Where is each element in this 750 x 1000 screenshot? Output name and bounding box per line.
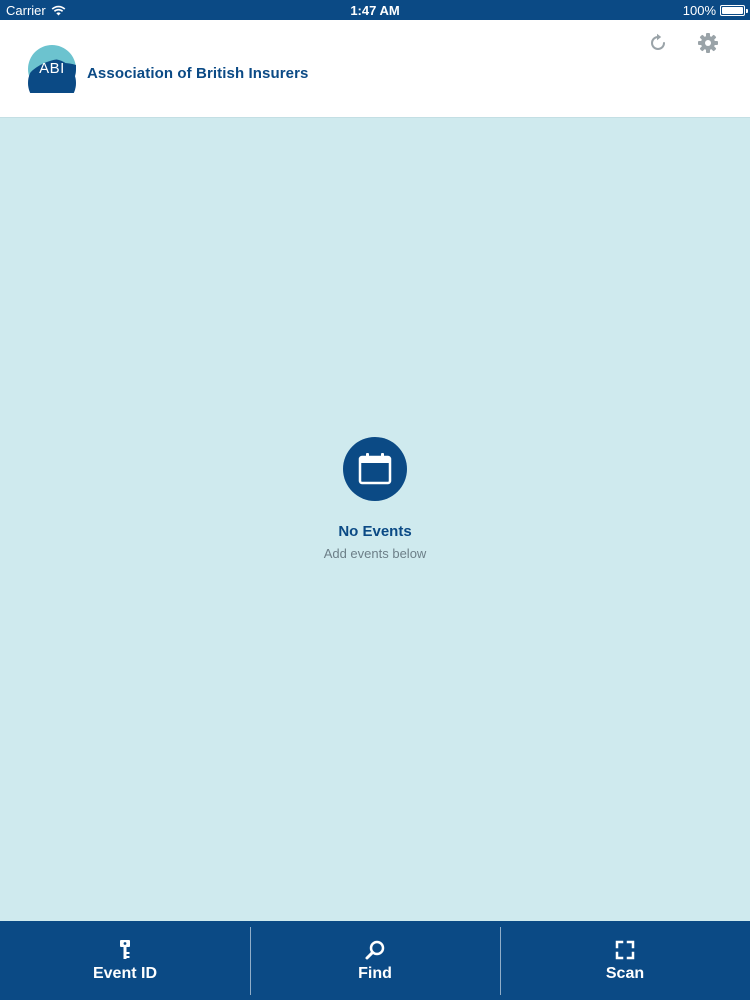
search-icon [365, 940, 385, 959]
tab-label: Find [358, 964, 392, 982]
app-header: ABI Association of British Insurers [0, 20, 750, 118]
abi-logo: ABI [28, 45, 77, 94]
scan-frame-icon [615, 940, 635, 959]
status-time: 1:47 AM [350, 3, 400, 18]
tab-label: Scan [605, 964, 645, 982]
status-right: 100% [682, 3, 748, 18]
empty-title: No Events [338, 523, 412, 540]
calendar-icon [358, 453, 392, 485]
brand-name: Association of British Insurers [87, 65, 309, 82]
empty-subtitle: Add events below [323, 546, 427, 561]
empty-state: No Events Add events below [0, 437, 750, 561]
key-icon [120, 939, 130, 959]
refresh-icon[interactable] [647, 32, 669, 54]
battery-percent: 100% [682, 3, 716, 18]
logo-text: ABI [39, 60, 65, 77]
tab-bar: Event ID Find Scan [0, 921, 750, 1000]
tab-event-id[interactable]: Event ID [0, 921, 250, 1000]
status-bar: Carrier 1:47 AM 100% [0, 0, 750, 20]
battery-icon [720, 5, 748, 16]
tab-find[interactable]: Find [250, 921, 500, 1000]
tab-label: Event ID [92, 964, 157, 982]
tab-scan[interactable]: Scan [500, 921, 750, 1000]
gear-icon[interactable] [697, 32, 719, 54]
calendar-badge [343, 437, 407, 501]
